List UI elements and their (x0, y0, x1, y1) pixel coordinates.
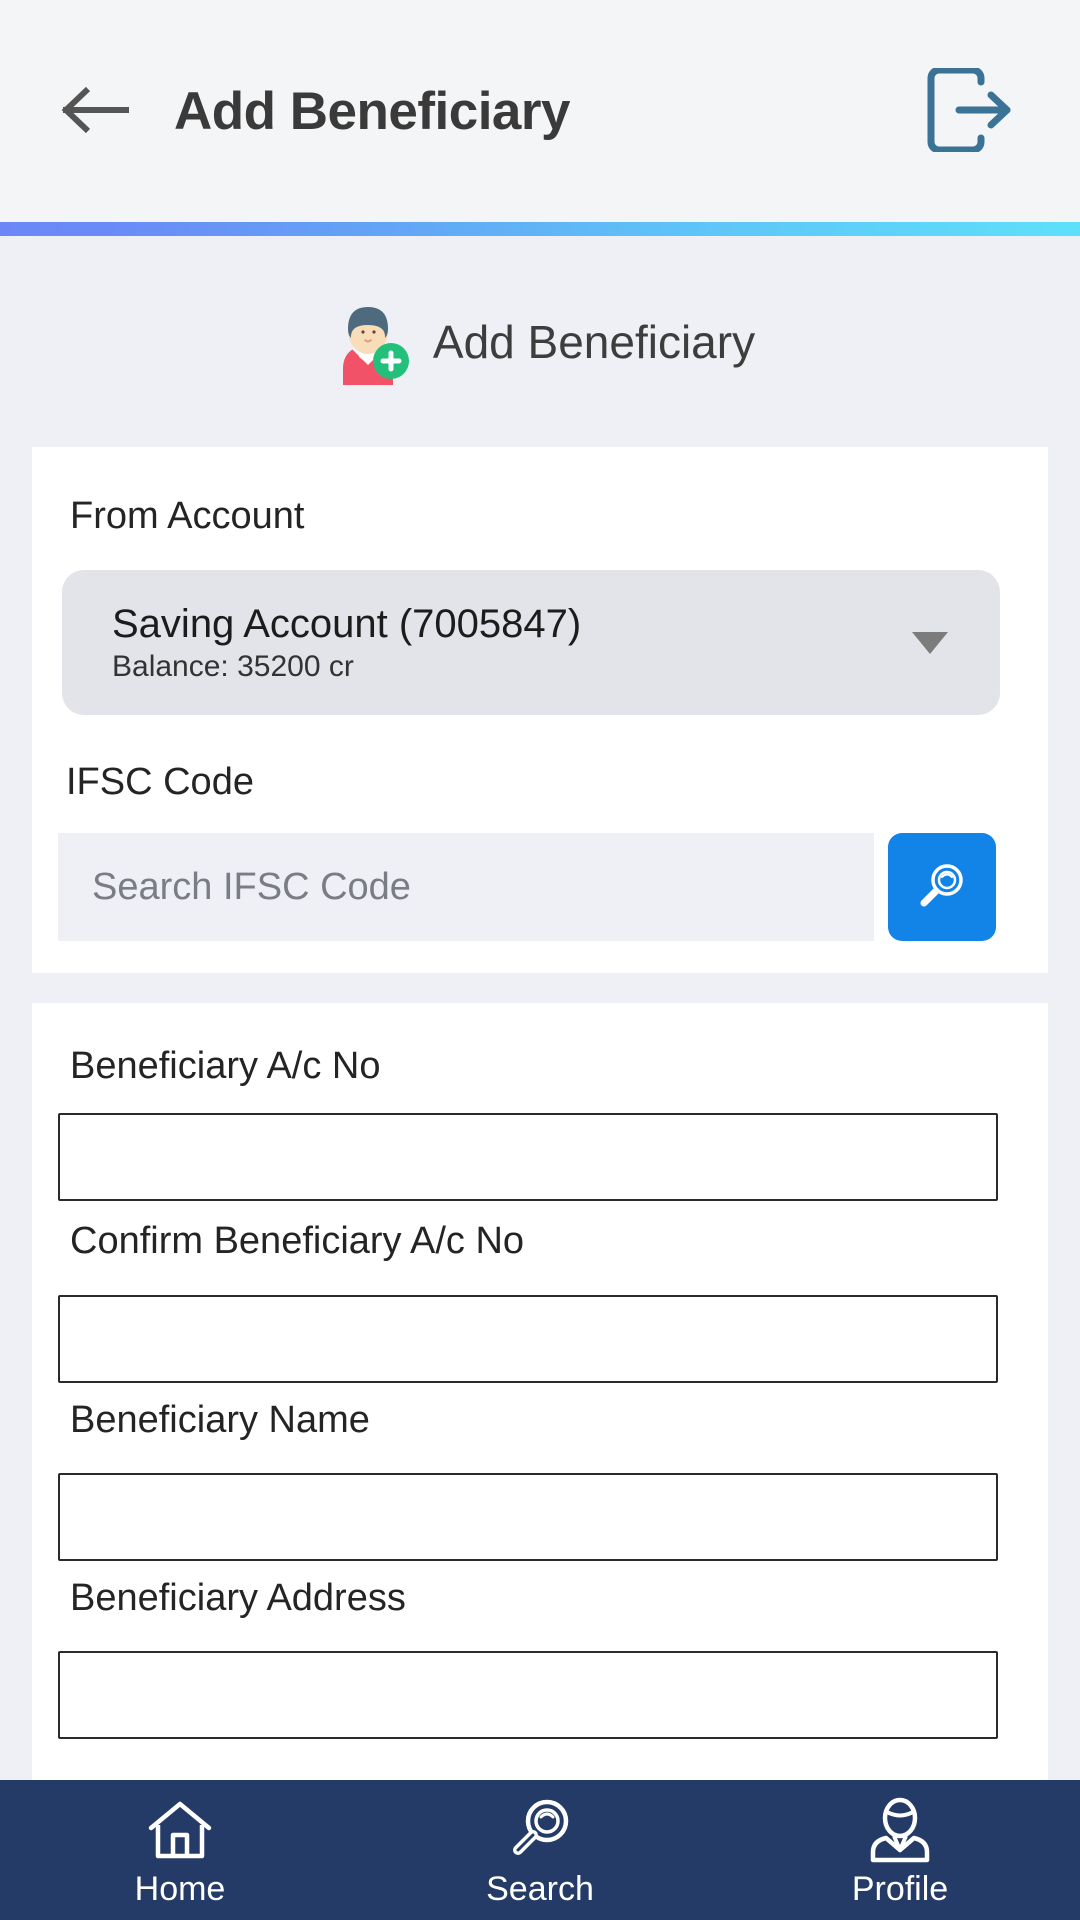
logout-icon (923, 66, 1015, 155)
beneficiary-address-label: Beneficiary Address (70, 1577, 406, 1619)
beneficiary-acno-input[interactable] (58, 1113, 998, 1201)
beneficiary-name-input[interactable] (58, 1473, 998, 1561)
from-account-label: From Account (70, 495, 305, 537)
from-account-value: Saving Account (7005847) Balance: 35200 … (112, 601, 912, 685)
beneficiary-acno-label: Beneficiary A/c No (70, 1045, 381, 1087)
account-card: From Account Saving Account (7005847) Ba… (32, 447, 1048, 973)
back-button[interactable] (40, 56, 150, 166)
bottom-navigation: Home Search Profile (0, 1780, 1080, 1920)
nav-item-search[interactable]: Search (360, 1780, 720, 1920)
gradient-divider (0, 222, 1080, 236)
confirm-beneficiary-acno-label: Confirm Beneficiary A/c No (70, 1220, 525, 1262)
arrow-left-icon (58, 82, 132, 141)
nav-item-home[interactable]: Home (0, 1780, 360, 1920)
from-account-balance: Balance: 35200 cr (112, 649, 354, 683)
app-bar: Add Beneficiary (0, 0, 1080, 222)
section-title: Add Beneficiary (432, 315, 756, 368)
ifsc-search-button[interactable] (888, 833, 996, 941)
from-account-name: Saving Account (7005847) (112, 601, 582, 646)
app-screen: Add Beneficiary Add Beneficiary From Acc… (0, 0, 1080, 1920)
nav-label-profile: Profile (851, 1870, 949, 1908)
ifsc-search-input[interactable] (58, 833, 874, 941)
search-icon (503, 1794, 577, 1868)
home-icon (143, 1794, 217, 1868)
logout-button[interactable] (904, 56, 1034, 166)
nav-label-home: Home (134, 1870, 226, 1908)
from-account-select[interactable]: Saving Account (7005847) Balance: 35200 … (62, 570, 1000, 715)
confirm-beneficiary-acno-input[interactable] (58, 1295, 998, 1383)
page-title: Add Beneficiary (174, 81, 571, 141)
section-header: Add Beneficiary (0, 236, 1080, 447)
profile-icon (863, 1794, 937, 1868)
ifsc-search-row (58, 833, 996, 941)
chevron-down-icon (912, 631, 948, 654)
add-beneficiary-avatar-icon (325, 299, 411, 385)
nav-item-profile[interactable]: Profile (720, 1780, 1080, 1920)
search-icon (914, 858, 970, 917)
beneficiary-name-label: Beneficiary Name (70, 1399, 370, 1441)
nav-label-search: Search (486, 1870, 594, 1908)
ifsc-code-label: IFSC Code (66, 761, 254, 803)
beneficiary-card: Beneficiary A/c No Confirm Beneficiary A… (32, 1003, 1048, 1780)
beneficiary-address-input[interactable] (58, 1651, 998, 1739)
